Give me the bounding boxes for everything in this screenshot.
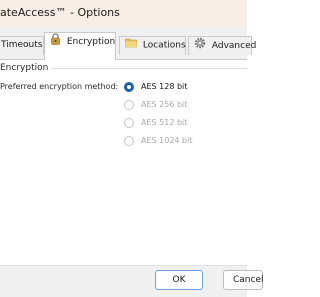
group-title: Encryption (0, 62, 52, 74)
title-bar: ateAccess™ - Options (0, 0, 247, 27)
radio-label: AES 1024 bit (141, 136, 193, 145)
radio-button-selected[interactable] (124, 82, 134, 92)
tab-advanced-label: Advanced (211, 41, 257, 51)
tab-encryption[interactable]: Encryption (44, 32, 116, 60)
tab-timeouts[interactable]: Timeouts (0, 36, 44, 55)
radio-label: AES 512 bit (141, 118, 188, 127)
radio-button[interactable] (124, 118, 134, 128)
tab-advanced[interactable]: Advanced (188, 36, 256, 56)
window-title: ateAccess™ - Options (0, 6, 120, 19)
dialog-footer (0, 265, 247, 297)
radio-button[interactable] (124, 100, 134, 110)
method-label: Preferred encryption method: (0, 82, 119, 91)
tab-locations[interactable]: Locations (119, 36, 186, 55)
tab-strip: Timeouts Encryption Locations Advanced (0, 27, 256, 60)
radio-label: AES 256 bit (141, 100, 188, 109)
cancel-button[interactable]: Cancel (223, 270, 264, 290)
gear-icon (194, 37, 206, 56)
radio-label: AES 128 bit (141, 82, 188, 91)
tab-timeouts-label: Timeouts (1, 40, 43, 50)
folder-icon (125, 37, 137, 55)
lock-icon (50, 33, 61, 52)
radio-button[interactable] (124, 136, 134, 146)
tab-locations-label: Locations (142, 40, 186, 51)
tab-encryption-label: Encryption (66, 37, 116, 47)
ok-button[interactable]: OK (155, 270, 203, 290)
